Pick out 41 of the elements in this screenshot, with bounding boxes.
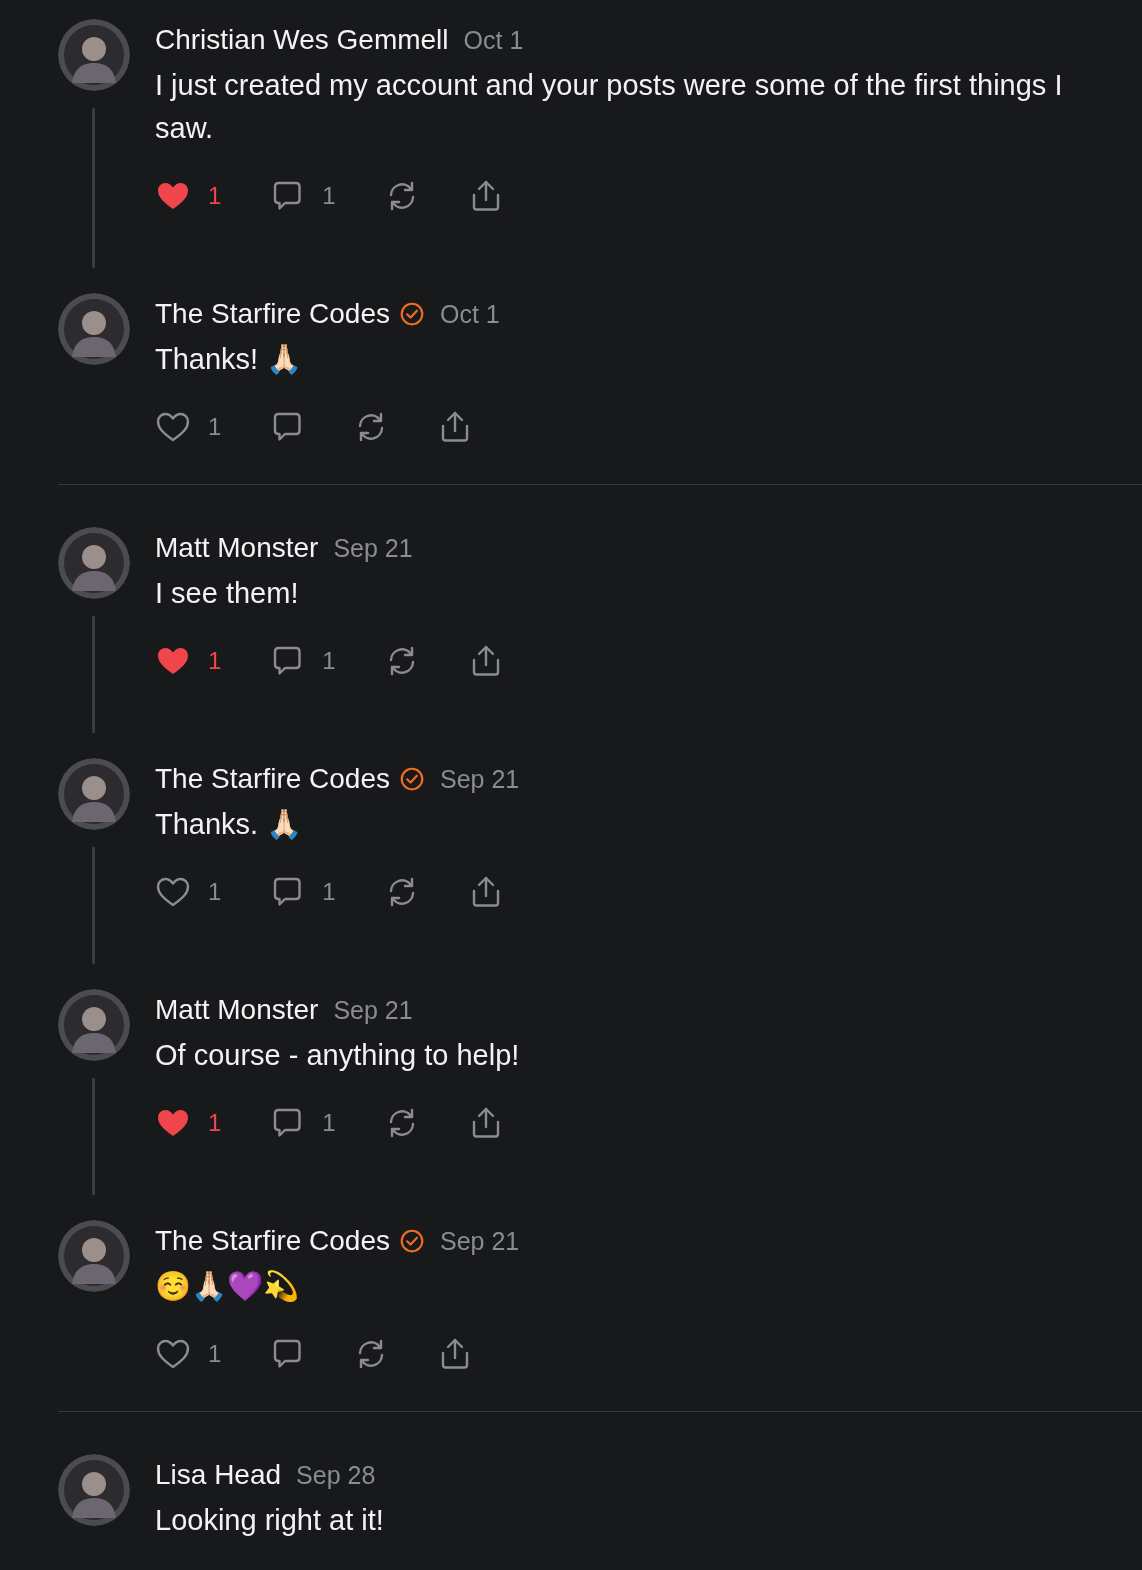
post-text: Thanks. 🙏🏻 bbox=[155, 807, 304, 842]
post-text: I just created my account and your posts were some of the first things I saw. bbox=[155, 68, 1064, 146]
like-count: 1 bbox=[208, 877, 222, 907]
author-name[interactable]: The Starfire Codes bbox=[155, 293, 390, 335]
post-text: I see them! bbox=[155, 576, 300, 611]
post-date: Oct 1 bbox=[463, 25, 524, 56]
post-date: Sep 21 bbox=[333, 995, 413, 1026]
like-count: 1 bbox=[208, 412, 222, 442]
like-count: 1 bbox=[208, 646, 222, 676]
like-count: 1 bbox=[208, 1339, 222, 1369]
post-date: Oct 1 bbox=[440, 299, 500, 330]
post-date: Sep 21 bbox=[440, 1226, 520, 1257]
reply-count: 1 bbox=[322, 181, 336, 211]
like-count: 1 bbox=[208, 1108, 222, 1138]
like-button[interactable]: 1 bbox=[155, 178, 222, 214]
reply-count: 1 bbox=[322, 877, 336, 907]
like-button[interactable]: 1 bbox=[155, 409, 222, 445]
post-text: Looking right at it! bbox=[155, 1503, 385, 1538]
author-name[interactable]: The Starfire Codes bbox=[155, 758, 390, 800]
post-date: Sep 21 bbox=[333, 533, 413, 564]
reply-button[interactable]: 1 bbox=[269, 643, 336, 679]
post-text: Of course - anything to help! bbox=[155, 1038, 521, 1073]
like-count: 1 bbox=[208, 181, 222, 211]
post-date: Sep 21 bbox=[440, 764, 520, 795]
like-button[interactable]: 1 bbox=[155, 1105, 222, 1141]
post-text: Thanks! 🙏🏻 bbox=[155, 342, 304, 377]
like-button[interactable]: 1 bbox=[155, 643, 222, 679]
author-name[interactable]: Christian Wes Gemmell bbox=[155, 19, 449, 61]
author-name[interactable]: The Starfire Codes bbox=[155, 1220, 390, 1262]
author-name[interactable]: Matt Monster bbox=[155, 989, 319, 1031]
post-date: Sep 28 bbox=[296, 1460, 376, 1491]
reply-count: 1 bbox=[322, 646, 336, 676]
like-button[interactable]: 1 bbox=[155, 1336, 222, 1372]
reply-button[interactable]: 1 bbox=[269, 178, 336, 214]
author-name[interactable]: Lisa Head bbox=[155, 1454, 282, 1496]
like-button[interactable]: 1 bbox=[155, 874, 222, 910]
author-name[interactable]: Matt Monster bbox=[155, 527, 319, 569]
reply-count: 1 bbox=[322, 1108, 336, 1138]
reply-button[interactable]: 1 bbox=[269, 874, 336, 910]
reply-button[interactable]: 1 bbox=[269, 1105, 336, 1141]
post-text: ☺🙏🏻💜💫 bbox=[155, 1269, 300, 1304]
